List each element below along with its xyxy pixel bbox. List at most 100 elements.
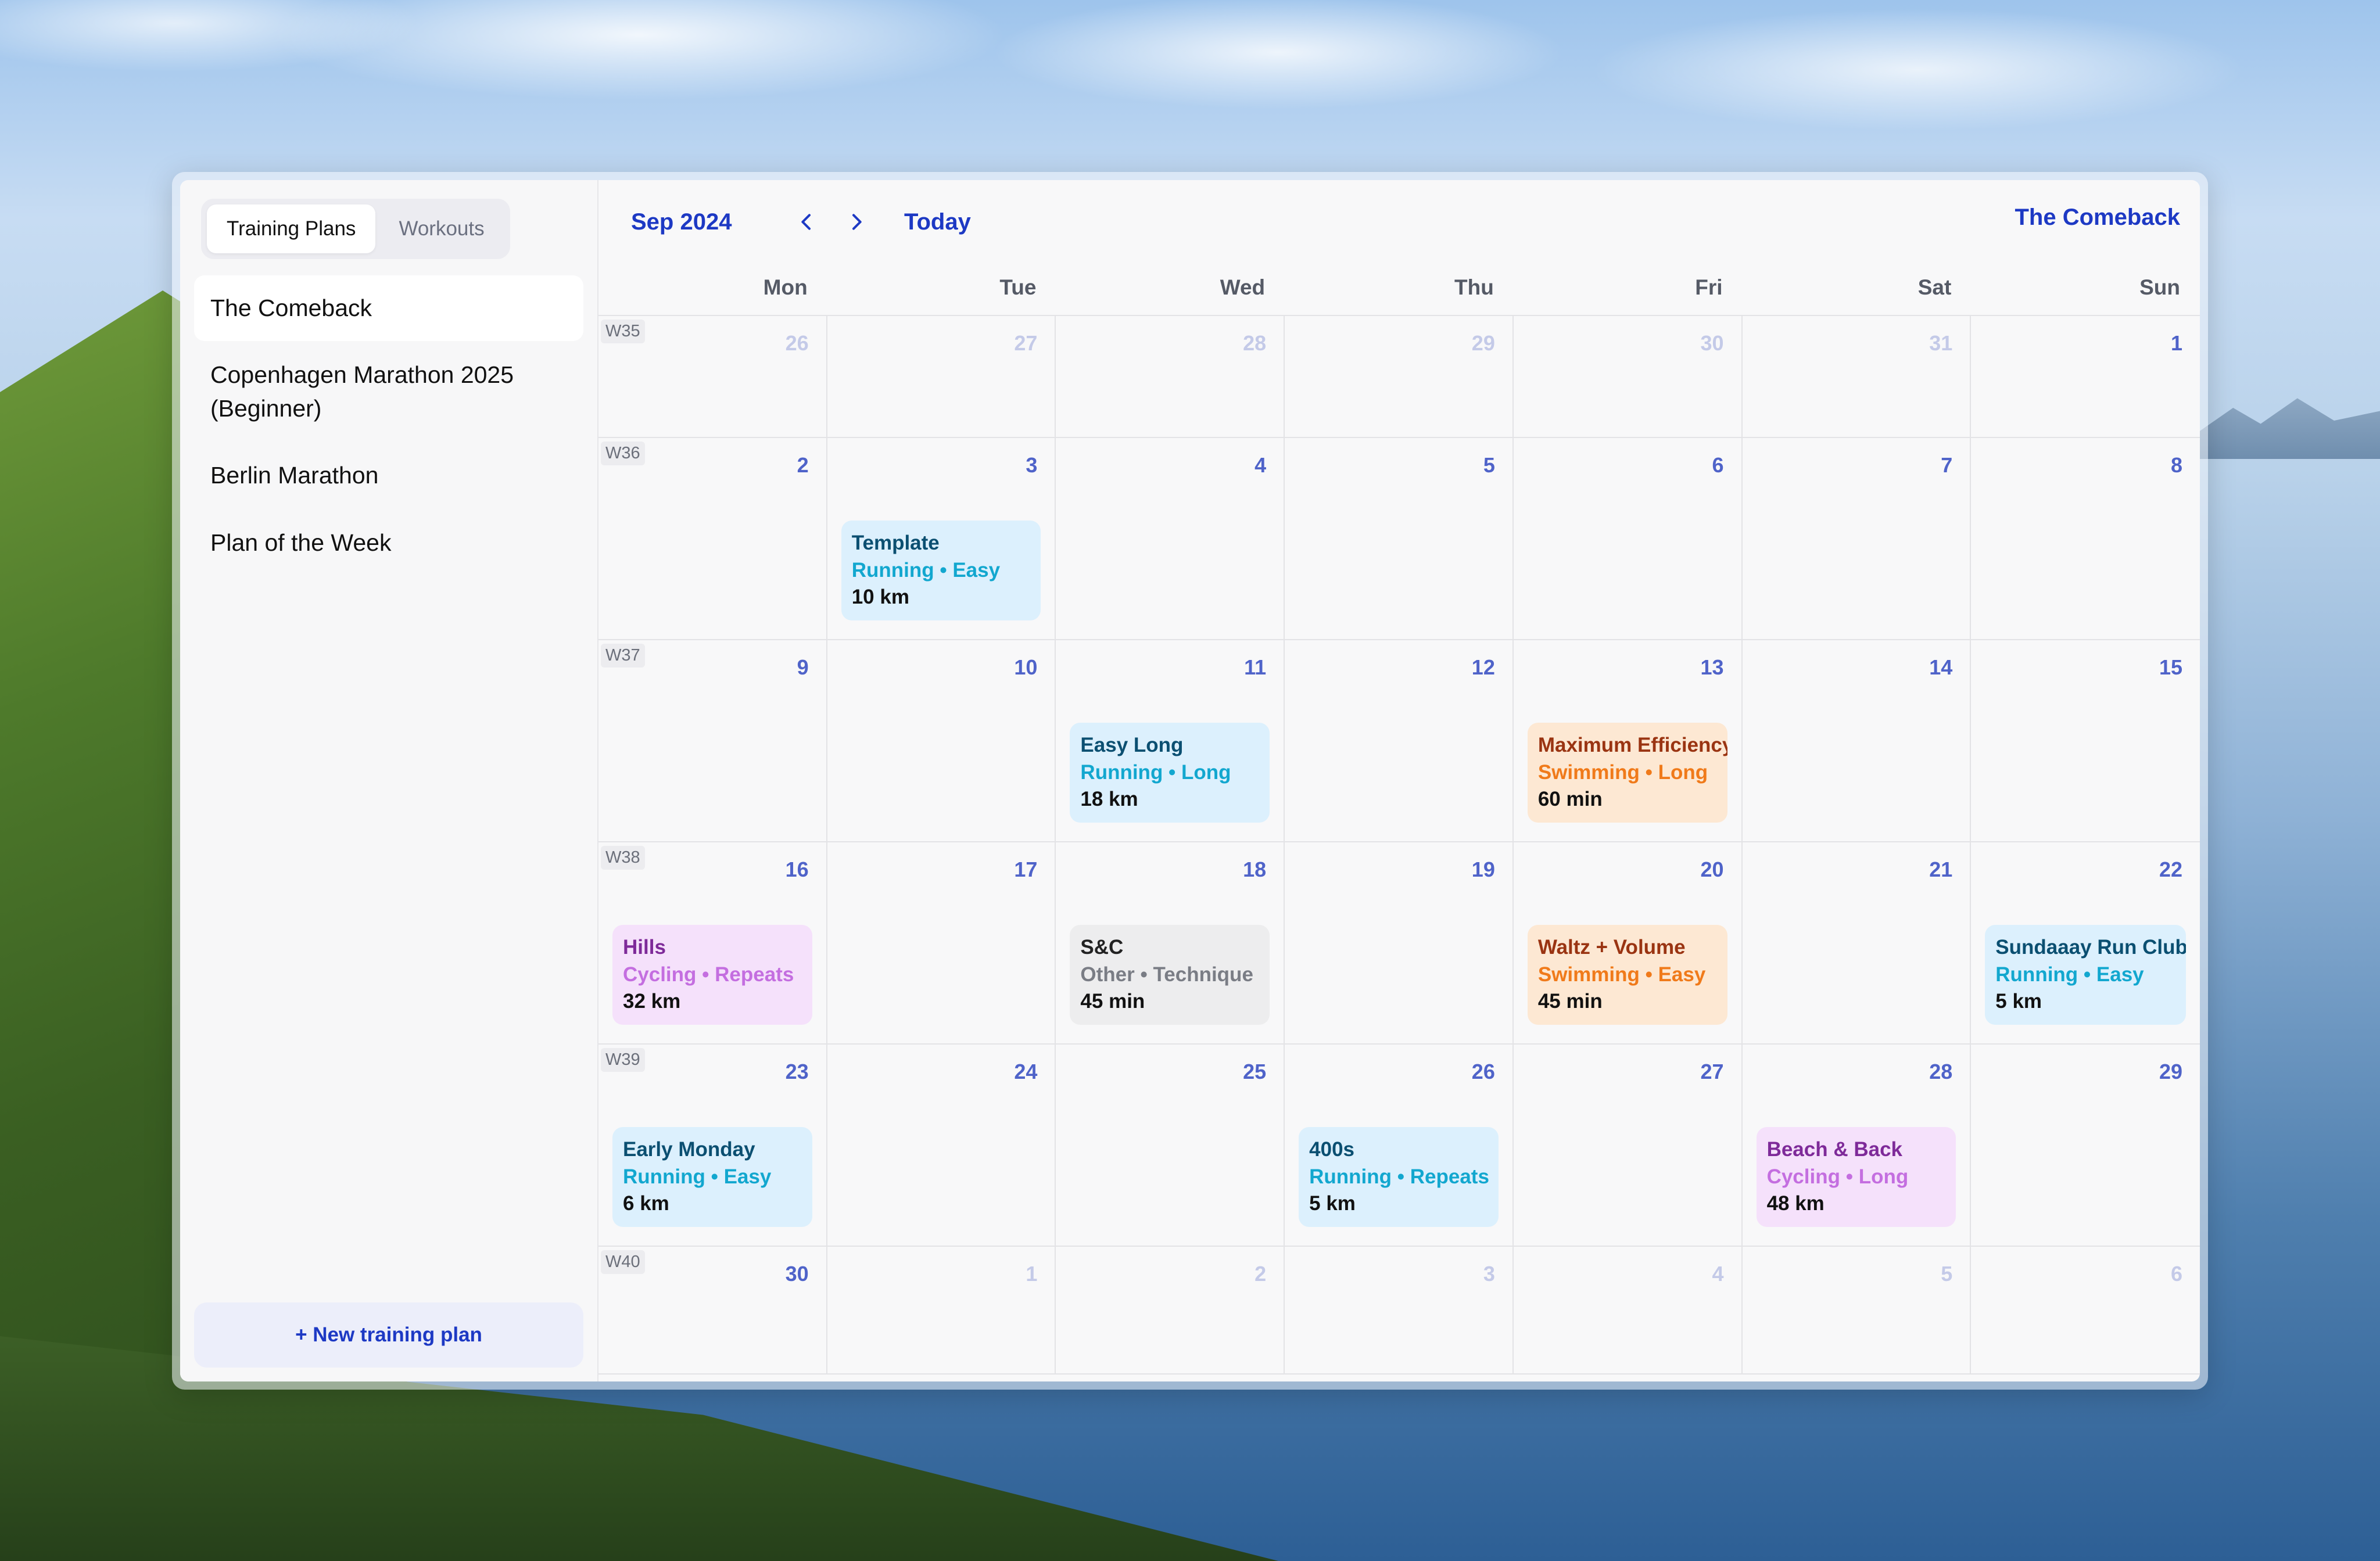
day-cell[interactable]: W36 2 <box>598 438 827 639</box>
day-cell[interactable]: 1 <box>1971 316 2200 437</box>
week-number-label: W35 <box>601 320 645 343</box>
day-cell[interactable]: 25 <box>1056 1045 1285 1246</box>
workout-kind: Easy <box>952 558 1001 582</box>
day-cell[interactable]: 12 <box>1285 640 1514 841</box>
workout-sport: Running <box>623 1165 705 1188</box>
day-cell[interactable]: 28 <box>1056 316 1285 437</box>
workout-title: Template <box>851 532 940 554</box>
workout-amount: 18 km <box>1080 788 1138 811</box>
day-cell[interactable]: 13 Maximum Efficiency Swimming • Long 60 mi… <box>1514 640 1743 841</box>
day-number: 18 <box>1243 857 1267 881</box>
workout-card[interactable]: Maximum Efficiency Swimming • Long 60 min <box>1527 723 1727 823</box>
next-month-button[interactable] <box>845 210 868 234</box>
day-cell[interactable]: W37 9 <box>598 640 827 841</box>
workout-amount: 6 km <box>623 1192 669 1215</box>
day-cell[interactable]: W35 26 <box>598 316 827 437</box>
today-button[interactable]: Today <box>904 209 971 235</box>
prev-month-button[interactable] <box>795 210 818 234</box>
day-cell[interactable]: 26 400s Running • Repeats 5 km <box>1285 1045 1514 1246</box>
day-cell[interactable]: 29 <box>1285 316 1514 437</box>
new-training-plan-button[interactable]: + New training plan <box>194 1302 583 1368</box>
weekday-header-row: Mon Tue Wed Thu Fri Sat Sun <box>598 267 2200 314</box>
day-cell[interactable]: 30 <box>1514 316 1743 437</box>
background-mountains <box>2196 398 2380 459</box>
workout-amount: 10 km <box>851 586 909 609</box>
day-cell[interactable]: W40 30 <box>598 1247 827 1373</box>
day-cell[interactable]: 20 Waltz + Volume Swimming • Easy 45 min <box>1514 842 1743 1043</box>
day-number: 16 <box>785 857 809 881</box>
workout-kind: Easy <box>723 1165 772 1188</box>
workout-kind: Long <box>1181 760 1231 784</box>
day-number: 29 <box>1471 331 1495 355</box>
day-cell[interactable]: 31 <box>1743 316 1972 437</box>
day-cell[interactable]: 5 <box>1285 438 1514 639</box>
workout-card[interactable]: Waltz + Volume Swimming • Easy 45 min <box>1527 925 1727 1025</box>
day-number: 24 <box>1014 1060 1038 1083</box>
day-number: 28 <box>1243 331 1267 355</box>
day-cell[interactable]: 14 <box>1743 640 1972 841</box>
sidebar-segmented-control: Training Plans Workouts <box>201 199 510 259</box>
day-cell[interactable]: 28 Beach & Back Cycling • Long 48 km <box>1743 1045 1972 1246</box>
week-row: W40 30 1 2 3 4 5 6 <box>598 1247 2200 1375</box>
day-cell[interactable]: 11 Easy Long Running • Long 18 km <box>1056 640 1285 841</box>
day-cell[interactable]: 24 <box>827 1045 1056 1246</box>
plan-title[interactable]: The Comeback <box>2015 204 2180 231</box>
workout-meta: Swimming • Easy <box>1538 961 1717 989</box>
day-number: 2 <box>1254 1262 1267 1286</box>
tab-workouts[interactable]: Workouts <box>379 204 504 253</box>
day-cell[interactable]: W38 16 Hills Cycling • Repeats 32 km <box>598 842 827 1043</box>
week-number-label: W38 <box>601 846 645 870</box>
day-cell[interactable]: 1 <box>827 1247 1056 1373</box>
workout-card[interactable]: S&C Other • Technique 45 min <box>1070 925 1270 1025</box>
workout-meta: Running • Easy <box>623 1164 802 1191</box>
plan-item-berlin-marathon[interactable]: Berlin Marathon <box>194 443 583 508</box>
weekday-tue: Tue <box>999 275 1037 299</box>
bullet-separator: • <box>705 1165 724 1188</box>
day-cell[interactable]: 6 <box>1514 438 1743 639</box>
workout-meta: Cycling • Long <box>1767 1164 1946 1191</box>
workout-title: Waltz + Volume <box>1537 936 1686 959</box>
day-number: 30 <box>1700 331 1724 355</box>
bullet-separator: • <box>1134 963 1153 986</box>
plan-item-plan-of-the-week[interactable]: Plan of the Week <box>194 510 583 576</box>
workout-card[interactable]: Easy Long Running • Long 18 km <box>1070 723 1270 823</box>
day-cell[interactable]: 3 <box>1285 1247 1514 1373</box>
week-row: W37 9 10 11 Easy Long Running • Long 18 km 12 13… <box>598 640 2200 842</box>
plan-item-the-comeback[interactable]: The Comeback <box>194 275 583 342</box>
weekday-sat: Sat <box>1917 275 1952 299</box>
day-cell[interactable]: 27 <box>827 316 1056 437</box>
day-cell[interactable]: 18 S&C Other • Technique 45 min <box>1056 842 1285 1043</box>
day-cell[interactable]: 22 Sundaaay Run Club Running • Easy 5 km <box>1971 842 2200 1043</box>
day-cell[interactable]: 7 <box>1743 438 1972 639</box>
day-cell[interactable]: 6 <box>1971 1247 2200 1373</box>
day-number: 21 <box>1929 857 1953 881</box>
tab-training-plans[interactable]: Training Plans <box>207 204 376 253</box>
workout-card[interactable]: Early Monday Running • Easy 6 km <box>612 1127 812 1227</box>
plan-item-copenhagen-marathon[interactable]: Copenhagen Marathon 2025 (Beginner) <box>194 342 583 442</box>
day-number: 11 <box>1244 655 1267 679</box>
day-cell[interactable]: W39 23 Early Monday Running • Easy 6 km <box>598 1045 827 1246</box>
app-window: Training Plans Workouts The Comeback Cop… <box>172 172 2208 1390</box>
day-cell[interactable]: 4 <box>1514 1247 1743 1373</box>
day-cell[interactable]: 29 <box>1971 1045 2200 1246</box>
day-cell[interactable]: 3 Template Running • Easy 10 km <box>827 438 1056 639</box>
workout-card[interactable]: 400s Running • Repeats 5 km <box>1299 1127 1499 1227</box>
workout-sport: Cycling <box>1766 1165 1840 1188</box>
day-cell[interactable]: 19 <box>1285 842 1514 1043</box>
day-cell[interactable]: 27 <box>1514 1045 1743 1246</box>
workout-card[interactable]: Template Running • Easy 10 km <box>841 521 1041 620</box>
day-cell[interactable]: 17 <box>827 842 1056 1043</box>
week-row: W35 26 27 28 29 30 31 1 <box>598 316 2200 438</box>
day-cell[interactable]: 2 <box>1056 1247 1285 1373</box>
day-cell[interactable]: 10 <box>827 640 1056 841</box>
day-number: 20 <box>1700 857 1724 881</box>
day-cell[interactable]: 5 <box>1743 1247 1972 1373</box>
day-cell[interactable]: 21 <box>1743 842 1972 1043</box>
day-cell[interactable]: 15 <box>1971 640 2200 841</box>
workout-meta: Running • Repeats <box>1309 1164 1489 1191</box>
day-cell[interactable]: 4 <box>1056 438 1285 639</box>
workout-card[interactable]: Sundaaay Run Club Running • Easy 5 km <box>1985 925 2186 1025</box>
day-cell[interactable]: 8 <box>1971 438 2200 639</box>
workout-card[interactable]: Hills Cycling • Repeats 32 km <box>612 925 812 1025</box>
workout-card[interactable]: Beach & Back Cycling • Long 48 km <box>1756 1127 1956 1227</box>
